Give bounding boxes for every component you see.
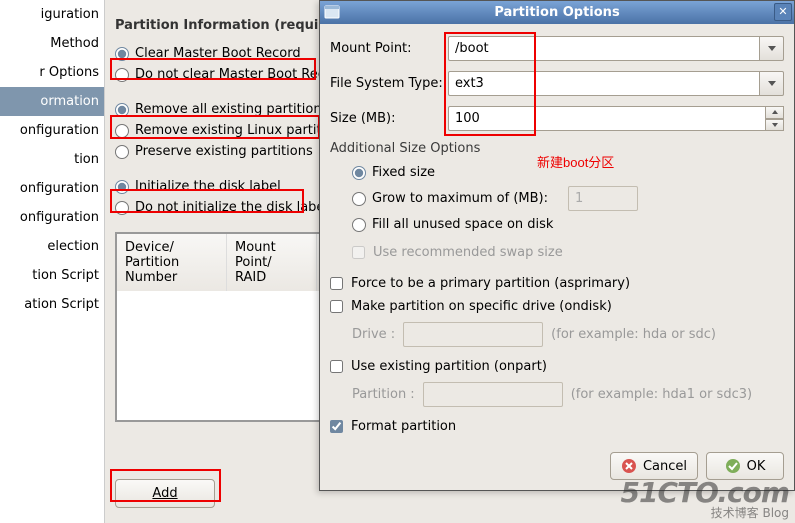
col-mountpoint[interactable]: Mount Point/ RAID bbox=[227, 234, 317, 291]
size-spin-down[interactable] bbox=[766, 119, 784, 132]
partition-input bbox=[423, 382, 563, 407]
fill-radio[interactable]: Fill all unused space on disk bbox=[352, 214, 784, 235]
sidebar-item[interactable]: onfiguration bbox=[0, 174, 104, 203]
ok-icon bbox=[725, 458, 741, 474]
mount-point-dropdown[interactable] bbox=[760, 36, 784, 61]
size-input[interactable] bbox=[448, 106, 766, 131]
col-device[interactable]: Device/ Partition Number bbox=[117, 234, 227, 291]
grow-value-input bbox=[568, 186, 638, 211]
dialog-title: Partition Options bbox=[494, 5, 619, 20]
partition-options-dialog: Partition Options ✕ Mount Point: File Sy… bbox=[319, 0, 795, 491]
format-checkbox[interactable]: Format partition bbox=[330, 415, 784, 438]
partition-label: Partition : bbox=[352, 387, 415, 402]
drive-label: Drive : bbox=[352, 327, 395, 342]
cancel-icon bbox=[621, 458, 637, 474]
onpart-checkbox[interactable]: Use existing partition (onpart) bbox=[330, 355, 784, 378]
mount-point-input[interactable] bbox=[448, 36, 760, 61]
grow-radio[interactable]: Grow to maximum of (MB): bbox=[352, 183, 784, 214]
mount-point-label: Mount Point: bbox=[330, 41, 448, 56]
partition-hint: (for example: hda1 or sdc3) bbox=[571, 387, 752, 402]
add-button[interactable]: Add bbox=[115, 479, 215, 508]
dialog-titlebar[interactable]: Partition Options ✕ bbox=[320, 1, 794, 24]
sidebar-item[interactable]: onfiguration bbox=[0, 203, 104, 232]
close-icon[interactable]: ✕ bbox=[774, 3, 792, 21]
sidebar-item[interactable]: onfiguration bbox=[0, 116, 104, 145]
chevron-down-icon bbox=[768, 81, 776, 86]
sidebar-item[interactable]: ation Script bbox=[0, 290, 104, 319]
sidebar: igurationMethodr Optionsormationonfigura… bbox=[0, 0, 105, 523]
chevron-up-icon bbox=[772, 110, 778, 114]
dialog-icon bbox=[324, 4, 340, 20]
sidebar-item[interactable]: tion Script bbox=[0, 261, 104, 290]
size-spin-up[interactable] bbox=[766, 106, 784, 119]
fs-type-dropdown[interactable] bbox=[760, 71, 784, 96]
fs-type-input[interactable] bbox=[448, 71, 760, 96]
sidebar-item[interactable]: ormation bbox=[0, 87, 104, 116]
sidebar-item[interactable]: r Options bbox=[0, 58, 104, 87]
swap-checkbox: Use recommended swap size bbox=[352, 241, 784, 264]
sidebar-item[interactable]: tion bbox=[0, 145, 104, 174]
drive-input bbox=[403, 322, 543, 347]
size-label: Size (MB): bbox=[330, 111, 448, 126]
ondisk-checkbox[interactable]: Make partition on specific drive (ondisk… bbox=[330, 295, 784, 318]
chevron-down-icon bbox=[772, 123, 778, 127]
fs-type-label: File System Type: bbox=[330, 76, 448, 91]
drive-hint: (for example: hda or sdc) bbox=[551, 327, 716, 342]
asprimary-checkbox[interactable]: Force to be a primary partition (asprima… bbox=[330, 272, 784, 295]
sidebar-item[interactable]: iguration bbox=[0, 0, 104, 29]
sidebar-item[interactable]: election bbox=[0, 232, 104, 261]
sidebar-item[interactable]: Method bbox=[0, 29, 104, 58]
watermark: 51CTO.com 技术博客 Blog bbox=[621, 479, 789, 519]
annotation-text: 新建boot分区 bbox=[537, 152, 614, 171]
chevron-down-icon bbox=[768, 46, 776, 51]
